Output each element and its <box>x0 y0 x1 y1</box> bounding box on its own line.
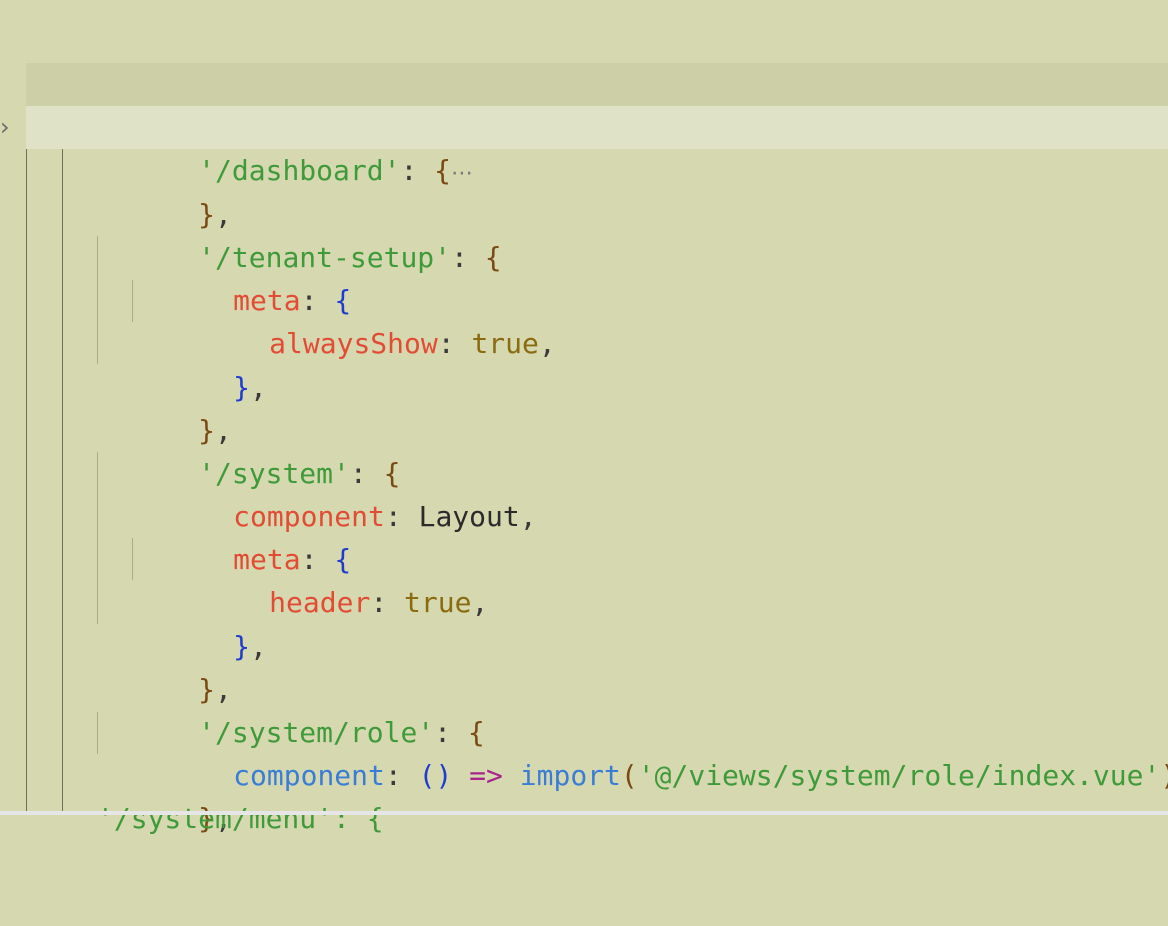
code-line[interactable]: component: Layout, <box>0 452 1168 533</box>
code-line[interactable]: component: () => import('@/views/system/… <box>0 711 1168 792</box>
code-editor[interactable]: export const createRemoteRoutes = () => … <box>0 0 1168 835</box>
code-line[interactable]: export const createRemoteRoutes = () => … <box>0 20 1168 101</box>
code-line[interactable]: meta: { <box>0 236 1168 317</box>
horizontal-scrollbar[interactable] <box>0 811 1168 815</box>
code-line[interactable]: '/tenant-setup': { <box>0 193 1168 274</box>
code-line[interactable]: }, <box>0 323 1168 404</box>
route-key: '/system/menu': { <box>97 802 384 835</box>
code-line[interactable]: header: true, <box>0 538 1168 619</box>
code-line[interactable]: }, <box>0 582 1168 663</box>
code-line[interactable]: }, <box>0 625 1168 706</box>
code-line[interactable]: alwaysShow: true, <box>0 279 1168 360</box>
code-line[interactable]: meta: { <box>0 495 1168 576</box>
code-line[interactable]: }, <box>0 754 1168 835</box>
code-line[interactable]: }, <box>0 150 1168 231</box>
code-line[interactable]: '/system': { <box>0 409 1168 490</box>
code-line-folded[interactable]: '/dashboard': {⋯ <box>26 106 1168 187</box>
chevron-right-icon[interactable]: › <box>0 114 18 140</box>
code-line-current[interactable]: return { <box>26 63 1168 144</box>
code-line-partial[interactable]: '/system/menu': { <box>0 797 1168 840</box>
code-line[interactable]: '/system/role': { <box>0 668 1168 749</box>
code-line[interactable]: }, <box>0 366 1168 447</box>
